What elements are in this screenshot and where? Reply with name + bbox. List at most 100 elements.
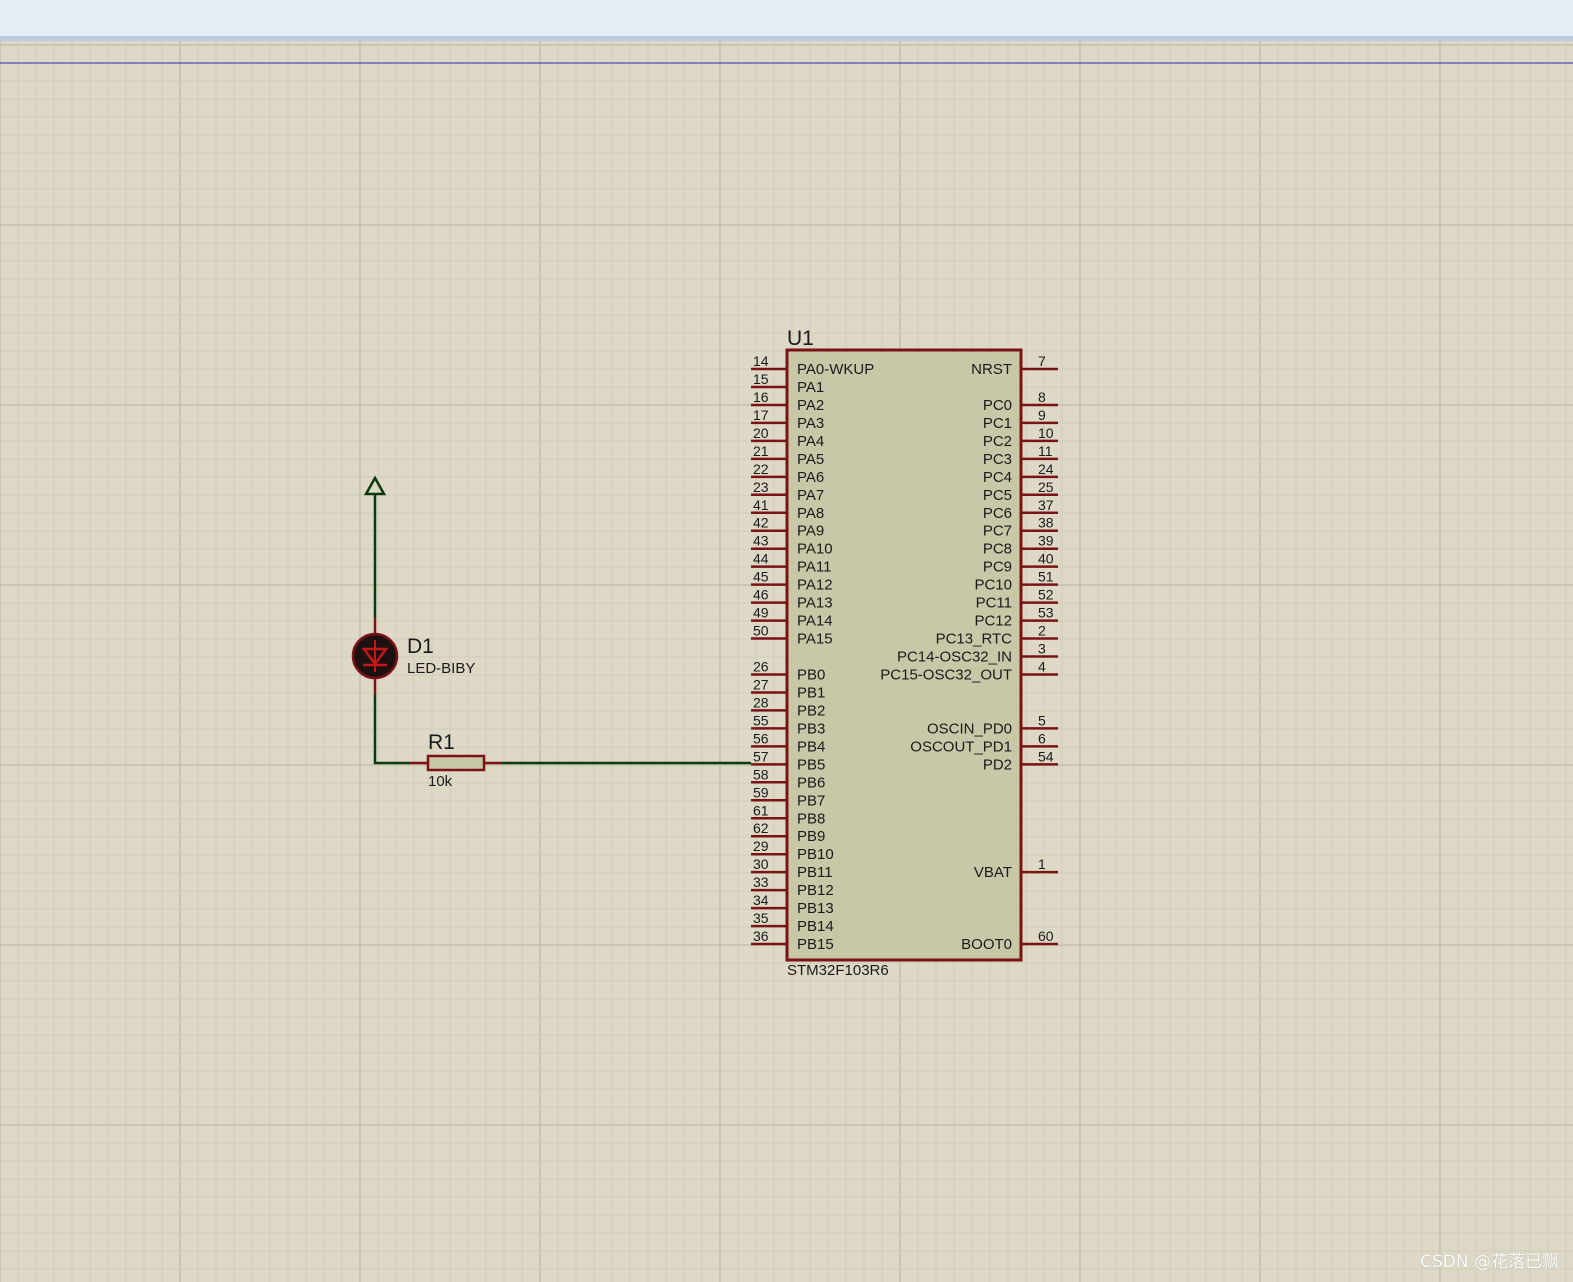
pin-name: PB15 [797, 936, 834, 953]
u1-part-label: STM32F103R6 [787, 962, 889, 979]
pin-number: 30 [753, 856, 769, 872]
pin-number: 16 [753, 389, 769, 405]
mcu-u1[interactable]: U1 STM32F103R6 14 PA0-WKUP15 PA116 PA217 PA3… [751, 327, 1058, 979]
r1-value-label: 10k [428, 773, 453, 790]
pin-name: PC5 [983, 487, 1012, 504]
watermark: CSDN @花落已飘 [1420, 1252, 1559, 1272]
pin-name: PC14-OSC32_IN [897, 649, 1012, 666]
pin-name: PA4 [797, 433, 824, 450]
pin-name: PB2 [797, 702, 825, 719]
pin-name: PA10 [797, 541, 833, 558]
pin-name: PA2 [797, 397, 824, 414]
resistor-r1[interactable]: R1 10k [410, 731, 502, 790]
pin-number: 61 [753, 802, 769, 818]
power-terminal[interactable] [363, 475, 387, 617]
pin-name: PB3 [797, 720, 825, 737]
pin-number: 9 [1038, 407, 1046, 423]
pin-name: PC4 [983, 469, 1012, 486]
pin-number: 36 [753, 928, 769, 944]
pin-number: 4 [1038, 658, 1046, 674]
pin-number: 52 [1038, 587, 1054, 603]
pin-name: PA14 [797, 613, 833, 630]
pin-number: 29 [753, 838, 769, 854]
pin-number: 22 [753, 461, 769, 477]
pin-name: PC12 [974, 613, 1012, 630]
pin-number: 35 [753, 910, 769, 926]
power-arrow-icon [363, 475, 387, 496]
pin-number: 6 [1038, 730, 1046, 746]
schematic-canvas[interactable]: D1 LED-BIBY R1 10k U1 STM32F103R6 14 PA0-… [0, 41, 1573, 1282]
pin-name: PB10 [797, 846, 834, 863]
pin-name: PA12 [797, 577, 833, 594]
pin-number: 20 [753, 425, 769, 441]
pin-number: 55 [753, 712, 769, 728]
pin-number: 58 [753, 766, 769, 782]
pin-number: 21 [753, 443, 769, 459]
resistor-body-icon [426, 754, 486, 772]
pin-name: PB4 [797, 738, 825, 755]
pin-name: PB9 [797, 828, 825, 845]
r1-ref-label: R1 [428, 731, 455, 754]
pin-number: 60 [1038, 928, 1054, 944]
pin-name: PA8 [797, 505, 824, 522]
pin-name: PC7 [983, 523, 1012, 540]
pin-number: 46 [753, 587, 769, 603]
pin-number: 15 [753, 371, 769, 387]
pin-name: PA11 [797, 559, 831, 576]
pin-number: 39 [1038, 533, 1054, 549]
pin-number: 41 [753, 497, 769, 513]
pin-name: PC13_RTC [936, 631, 1013, 648]
pin-name: PA13 [797, 595, 833, 612]
pin-number: 1 [1038, 856, 1046, 872]
pin-name: PC3 [983, 451, 1012, 468]
pin-name: PA7 [797, 487, 824, 504]
pin-name: PC15-OSC32_OUT [880, 666, 1012, 683]
pin-name: PC10 [974, 577, 1012, 594]
pin-number: 49 [753, 605, 769, 621]
pin-number: 5 [1038, 712, 1046, 728]
pin-name: PA9 [797, 523, 824, 540]
pin-number: 27 [753, 676, 769, 692]
pin-name: OSCIN_PD0 [927, 720, 1012, 737]
pin-name: BOOT0 [961, 936, 1012, 953]
pin-number: 7 [1038, 353, 1046, 369]
pin-name: PB1 [797, 684, 825, 701]
pin-number: 43 [753, 533, 769, 549]
pin-number: 54 [1038, 748, 1054, 764]
pin-number: 23 [753, 479, 769, 495]
pin-name: PC8 [983, 541, 1012, 558]
pin-number: 44 [753, 551, 769, 567]
pin-name: VBAT [974, 864, 1012, 881]
pin-name: PD2 [983, 756, 1012, 773]
pin-name: PA6 [797, 469, 824, 486]
pin-name: PA15 [797, 631, 833, 648]
pin-number: 53 [1038, 605, 1054, 621]
pin-number: 50 [753, 623, 769, 639]
pin-number: 3 [1038, 641, 1046, 657]
window-toolbar-strip [0, 0, 1573, 36]
pin-number: 38 [1038, 515, 1054, 531]
pin-name: PB11 [797, 864, 833, 881]
pin-number: 17 [753, 407, 769, 423]
pin-number: 24 [1038, 461, 1054, 477]
pin-name: PC6 [983, 505, 1012, 522]
pin-name: PB12 [797, 882, 834, 899]
pin-name: PC9 [983, 559, 1012, 576]
pin-name: PB13 [797, 900, 834, 917]
pin-number: 51 [1038, 569, 1054, 585]
pin-name: PC1 [983, 415, 1012, 432]
pin-number: 62 [753, 820, 769, 836]
pin-name: NRST [971, 361, 1012, 378]
d1-part-label: LED-BIBY [407, 660, 475, 677]
pin-number: 10 [1038, 425, 1054, 441]
pin-number: 56 [753, 730, 769, 746]
pin-name: PA0-WKUP [797, 361, 874, 378]
pin-name: PB0 [797, 666, 825, 683]
pin-name: PC0 [983, 397, 1012, 414]
pin-number: 59 [753, 784, 769, 800]
pin-number: 33 [753, 874, 769, 890]
pin-number: 2 [1038, 623, 1046, 639]
pin-number: 25 [1038, 479, 1054, 495]
pin-name: OSCOUT_PD1 [910, 738, 1012, 755]
pin-number: 42 [753, 515, 769, 531]
